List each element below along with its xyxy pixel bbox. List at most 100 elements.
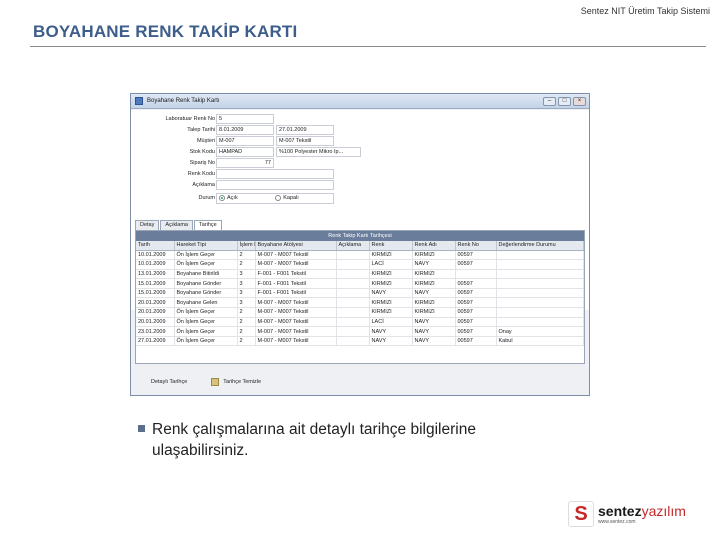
field-label: Sipariş No [189,160,215,166]
table-cell [336,288,370,299]
logo-url: www.sentez.com [598,518,636,525]
table-cell: 2 [237,336,256,347]
table-cell: 2 [237,317,256,328]
table-cell: KIRMIZI [412,297,456,309]
table-cell [336,297,370,309]
form-row: Müşteri M-007 M-007 Tekstil [131,136,589,147]
stock-name-field: %100 Polyester Mikro Ip... [276,147,361,157]
slide-title: BOYAHANE RENK TAKİP KARTI [33,22,298,41]
table-cell: KIRMIZI [369,250,413,261]
table-cell: Kabul [496,336,584,347]
status-group: Açık Kapalı [216,193,334,204]
column-header[interactable]: Değerlendirme Durumu [496,241,584,251]
table-cell: 00597 [455,259,497,270]
table-cell [496,307,584,318]
table-cell [455,269,497,280]
table-cell: NAVY [412,259,456,270]
table-cell: KIRMIZI [369,269,413,280]
tab-description[interactable]: Açıklama [160,220,193,230]
stock-code-field[interactable]: HAMPAD [216,147,274,157]
column-header[interactable]: Renk [369,241,413,251]
table-row[interactable]: 20.01.2009 Ön İşlem Geçer 2 M-007 - M007 Te… [136,317,584,328]
table-row[interactable]: 23.01.2009 Ön İşlem Geçer 2 M-007 - M007 Te… [136,326,584,337]
table-cell: KIRMIZI [412,307,456,318]
table-cell [336,336,370,347]
header-app-name: Sentez NIT Üretim Takip Sistemi [580,6,710,16]
status-closed-option[interactable]: Kapalı [275,194,299,201]
window-titlebar[interactable]: Boyahane Renk Takip Kartı – □ × [131,94,589,109]
order-no-field[interactable]: 77 [216,158,274,168]
table-cell: M-007 - M007 Tekstil [255,307,337,318]
tab-detail[interactable]: Detay [135,220,160,230]
table-cell: Ön İşlem Geçer [174,336,238,347]
table-cell: 20.01.2009 [136,307,175,318]
table-cell [496,259,584,270]
table-cell: 15.01.2009 [136,288,175,299]
table-cell: KIRMIZI [412,278,456,289]
column-header[interactable]: Renk No [455,241,497,251]
table-row[interactable]: 27.01.2009 Ön İşlem Geçer 2 M-007 - M007 Te… [136,336,584,347]
table-cell: 2 [237,250,256,261]
table-row[interactable]: 10.01.2009 Ön İşlem Geçer 2 M-007 - M007 Te… [136,259,584,270]
table-cell: F-001 - F001 Tekstil [255,269,337,280]
table-row[interactable]: 20.01.2009 Boyahane Gelen 3 M-007 - M007 Te… [136,297,584,309]
color-code-field[interactable] [216,169,334,179]
table-cell: 10.01.2009 [136,250,175,261]
table-cell: 00597 [455,250,497,261]
status-open-option[interactable]: Açık [219,194,238,201]
column-header[interactable]: Hareket Tipi [174,241,238,251]
lab-no-field[interactable]: 5 [216,114,274,124]
table-cell [336,307,370,318]
table-cell: M-007 - M007 Tekstil [255,326,337,337]
column-header[interactable]: Tarih [136,241,175,251]
table-cell: Ön İşlem Geçer [174,307,238,318]
form-row: Sipariş No 77 [131,158,589,169]
table-cell: 2 [237,307,256,318]
table-cell: KIRMIZI [369,297,413,309]
field-label: Durum [198,195,215,201]
table-row[interactable]: 20.01.2009 Ön İşlem Geçer 2 M-007 - M007 Te… [136,307,584,318]
table-row[interactable]: 13.01.2009 Boyahane Bitirildi 3 F-001 - F00… [136,269,584,280]
table-cell: NAVY [412,326,456,337]
table-cell: Onay [496,326,584,337]
description-field[interactable] [216,180,334,190]
clear-history-button[interactable]: Tarihçe Temizle [211,377,261,386]
table-cell: Boyahane Gelen [174,297,238,309]
customer-code-field[interactable]: M-007 [216,136,274,146]
tab-strip: Detay Açıklama Tarihçe [135,220,223,230]
form-row: Açıklama [131,180,589,191]
maximize-icon[interactable]: □ [558,96,571,106]
minimize-icon[interactable]: – [543,96,556,106]
request-date-field[interactable]: 8.01.2009 [216,125,274,135]
table-cell: 00597 [455,297,497,309]
table-cell: 3 [237,297,256,309]
column-header[interactable]: İşlem No [237,241,256,251]
table-cell: Boyahane Gönder [174,288,238,299]
table-row[interactable]: 10.01.2009 Ön İşlem Geçer 2 M-007 - M007 Te… [136,250,584,261]
table-cell [336,250,370,261]
table-cell: Boyahane Gönder [174,278,238,289]
table-cell: 15.01.2009 [136,278,175,289]
table-cell: NAVY [412,336,456,347]
table-cell [496,317,584,328]
logo-mark-icon: S [568,501,594,527]
column-header[interactable]: Açıklama [336,241,370,251]
detailed-history-button[interactable]: Detaylı Tarihçe [151,379,187,385]
company-logo: S sentezyazılım www.sentez.com [568,496,716,532]
table-row[interactable]: 15.01.2009 Boyahane Gönder 3 F-001 - F001 T… [136,278,584,289]
table-cell [336,259,370,270]
tab-history[interactable]: Tarihçe [194,220,222,230]
table-cell: 27.01.2009 [136,336,175,347]
column-header[interactable]: Boyahane Atölyesi [255,241,337,251]
column-header[interactable]: Renk Adı [412,241,456,251]
table-row[interactable]: 15.01.2009 Boyahane Gönder 3 F-001 - F001 T… [136,288,584,299]
table-cell: Ön İşlem Geçer [174,250,238,261]
table-cell: NAVY [369,288,413,299]
table-cell: 20.01.2009 [136,317,175,328]
logo-brand: sentezyazılım [598,502,686,519]
close-icon[interactable]: × [573,96,586,106]
form-row: Laboratuar Renk No 5 [131,114,589,125]
due-date-field[interactable]: 27.01.2009 [276,125,334,135]
table-cell: 3 [237,288,256,299]
title-divider [30,46,706,47]
